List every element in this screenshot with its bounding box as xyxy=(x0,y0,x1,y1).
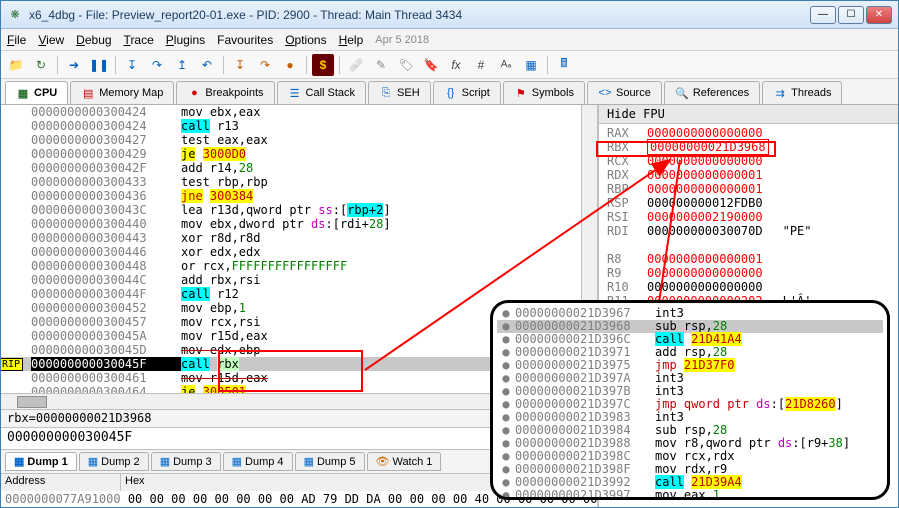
hash-icon[interactable]: # xyxy=(470,54,492,76)
tab-dump5[interactable]: ▦Dump 5 xyxy=(295,452,365,471)
disasm-row[interactable]: 0000000000300429je 3000D0 xyxy=(1,147,581,161)
hide-fpu-button[interactable]: Hide FPU xyxy=(599,105,898,124)
menu-trace[interactable]: Trace xyxy=(124,33,154,47)
calc-icon[interactable]: 🖩 xyxy=(553,54,575,76)
register-row[interactable]: RSP000000000012FDB0 xyxy=(607,196,890,210)
tab-dump2[interactable]: ▦Dump 2 xyxy=(79,452,149,471)
disasm-row[interactable]: 0000000000300433test rbp,rbp xyxy=(1,175,581,189)
menu-debug[interactable]: Debug xyxy=(76,33,111,47)
toolbar: 📁 ↻ ➔ ❚❚ ↧ ↷ ↥ ↶ ↧ ↷ ● $ 🩹 ✎ 🏷 🔖 fx # Aₐ… xyxy=(1,51,898,79)
fx-icon[interactable]: fx xyxy=(445,54,467,76)
trace-record-icon[interactable]: ● xyxy=(279,54,301,76)
disasm-row[interactable]: 0000000000300424mov ebx,eax xyxy=(1,105,581,119)
disasm-row[interactable]: 0000000000300427test eax,eax xyxy=(1,133,581,147)
register-row[interactable]: R90000000000000000 xyxy=(607,266,890,280)
register-row[interactable]: RCX0000000000000000 xyxy=(607,154,890,168)
tab-memory-map[interactable]: ▤Memory Map xyxy=(70,81,174,104)
maximize-button[interactable]: ☐ xyxy=(838,6,864,24)
register-row[interactable]: RSI0000000002190000 xyxy=(607,210,890,224)
disasm-row[interactable]: 0000000000300446xor edx,edx xyxy=(1,245,581,259)
tab-source[interactable]: <>Source xyxy=(587,81,662,104)
disasm-row[interactable]: 0000000000300436jne 300384 xyxy=(1,189,581,203)
register-row[interactable]: RDI000000000030070D"PE" xyxy=(607,224,890,238)
tab-threads[interactable]: ⇉Threads xyxy=(762,81,842,104)
step-into-icon[interactable]: ↧ xyxy=(121,54,143,76)
register-row[interactable]: RDX0000000000000001 xyxy=(607,168,890,182)
register-row[interactable] xyxy=(607,238,890,252)
tab-dump3[interactable]: ▦Dump 3 xyxy=(151,452,221,471)
settings-icon[interactable]: ▦ xyxy=(520,54,542,76)
tab-symbols[interactable]: ⚑Symbols xyxy=(503,81,585,104)
disasm-row[interactable]: 000000000030044Fcall r12 xyxy=(1,287,581,301)
step-back-icon[interactable]: ↶ xyxy=(196,54,218,76)
menu-options[interactable]: Options xyxy=(285,33,326,47)
tab-script[interactable]: {}Script xyxy=(433,81,501,104)
register-row[interactable]: R100000000000000000 xyxy=(607,280,890,294)
register-row[interactable]: RBP0000000000000001 xyxy=(607,182,890,196)
trace-over-icon[interactable]: ↷ xyxy=(254,54,276,76)
close-button[interactable]: ✕ xyxy=(866,6,892,24)
menubar: File View Debug Trace Plugins Favourites… xyxy=(1,29,898,51)
az-icon[interactable]: Aₐ xyxy=(495,54,517,76)
titlebar: ❋ x6_4dbg - File: Preview_report20-01.ex… xyxy=(1,1,898,29)
menu-view[interactable]: View xyxy=(38,33,64,47)
disasm-row[interactable]: 000000000030044Cadd rbx,rsi xyxy=(1,273,581,287)
disasm-row[interactable]: 000000000030042Fadd r14,28 xyxy=(1,161,581,175)
restart-icon[interactable]: ↻ xyxy=(30,54,52,76)
tab-dump1[interactable]: ▦Dump 1 xyxy=(5,452,77,471)
tab-cpu[interactable]: ▦CPU xyxy=(5,81,68,104)
rip-label: RIP xyxy=(1,358,23,371)
minimize-button[interactable]: — xyxy=(810,6,836,24)
pause-icon[interactable]: ❚❚ xyxy=(88,54,110,76)
menu-file[interactable]: File xyxy=(7,33,26,47)
tab-watch1[interactable]: 👁Watch 1 xyxy=(367,452,442,471)
disasm-row[interactable]: 0000000000300440mov ebx,dword ptr ds:[rd… xyxy=(1,217,581,231)
window-title: x6_4dbg - File: Preview_report20-01.exe … xyxy=(29,8,810,22)
menu-date: Apr 5 2018 xyxy=(375,34,429,46)
register-row[interactable]: RAX0000000000000000 xyxy=(607,126,890,140)
inset-panel: ●00000000021D3967int3●00000000021D3968su… xyxy=(490,300,890,500)
disasm-row[interactable]: 0000000000300443xor r8d,r8d xyxy=(1,231,581,245)
disasm-row[interactable]: 000000000030043Clea r13d,qword ptr ss:[r… xyxy=(1,203,581,217)
app-icon: ❋ xyxy=(7,7,23,23)
disasm-row[interactable]: 0000000000300424call r13 xyxy=(1,119,581,133)
menu-favourites[interactable]: Favourites xyxy=(217,33,273,47)
dump-col-address[interactable]: Address xyxy=(1,474,121,491)
view-tabs: ▦CPU ▤Memory Map ●Breakpoints ☰Call Stac… xyxy=(1,79,898,105)
patch-icon[interactable]: 🩹 xyxy=(345,54,367,76)
register-row[interactable]: R80000000000000001 xyxy=(607,252,890,266)
tab-references[interactable]: 🔍References xyxy=(664,81,760,104)
step-out-icon[interactable]: ↥ xyxy=(171,54,193,76)
inset-row: ●00000000021D3997mov eax,1 xyxy=(497,489,883,500)
label-icon[interactable]: 🏷 xyxy=(395,54,417,76)
disasm-row[interactable]: 0000000000300448or rcx,FFFFFFFFFFFFFFFF xyxy=(1,259,581,273)
run-icon[interactable]: ➔ xyxy=(63,54,85,76)
tab-breakpoints[interactable]: ●Breakpoints xyxy=(176,81,274,104)
trace-into-icon[interactable]: ↧ xyxy=(229,54,251,76)
menu-help[interactable]: Help xyxy=(339,33,364,47)
menu-plugins[interactable]: Plugins xyxy=(166,33,205,47)
tab-seh[interactable]: ⎘SEH xyxy=(368,81,431,104)
step-over-icon[interactable]: ↷ xyxy=(146,54,168,76)
register-row[interactable]: RBX00000000021D3968 xyxy=(607,140,890,154)
tab-call-stack[interactable]: ☰Call Stack xyxy=(277,81,367,104)
scylla-icon[interactable]: $ xyxy=(312,54,334,76)
comment-icon[interactable]: ✎ xyxy=(370,54,392,76)
open-icon[interactable]: 📁 xyxy=(5,54,27,76)
tab-dump4[interactable]: ▦Dump 4 xyxy=(223,452,293,471)
bookmark-icon[interactable]: 🔖 xyxy=(420,54,442,76)
